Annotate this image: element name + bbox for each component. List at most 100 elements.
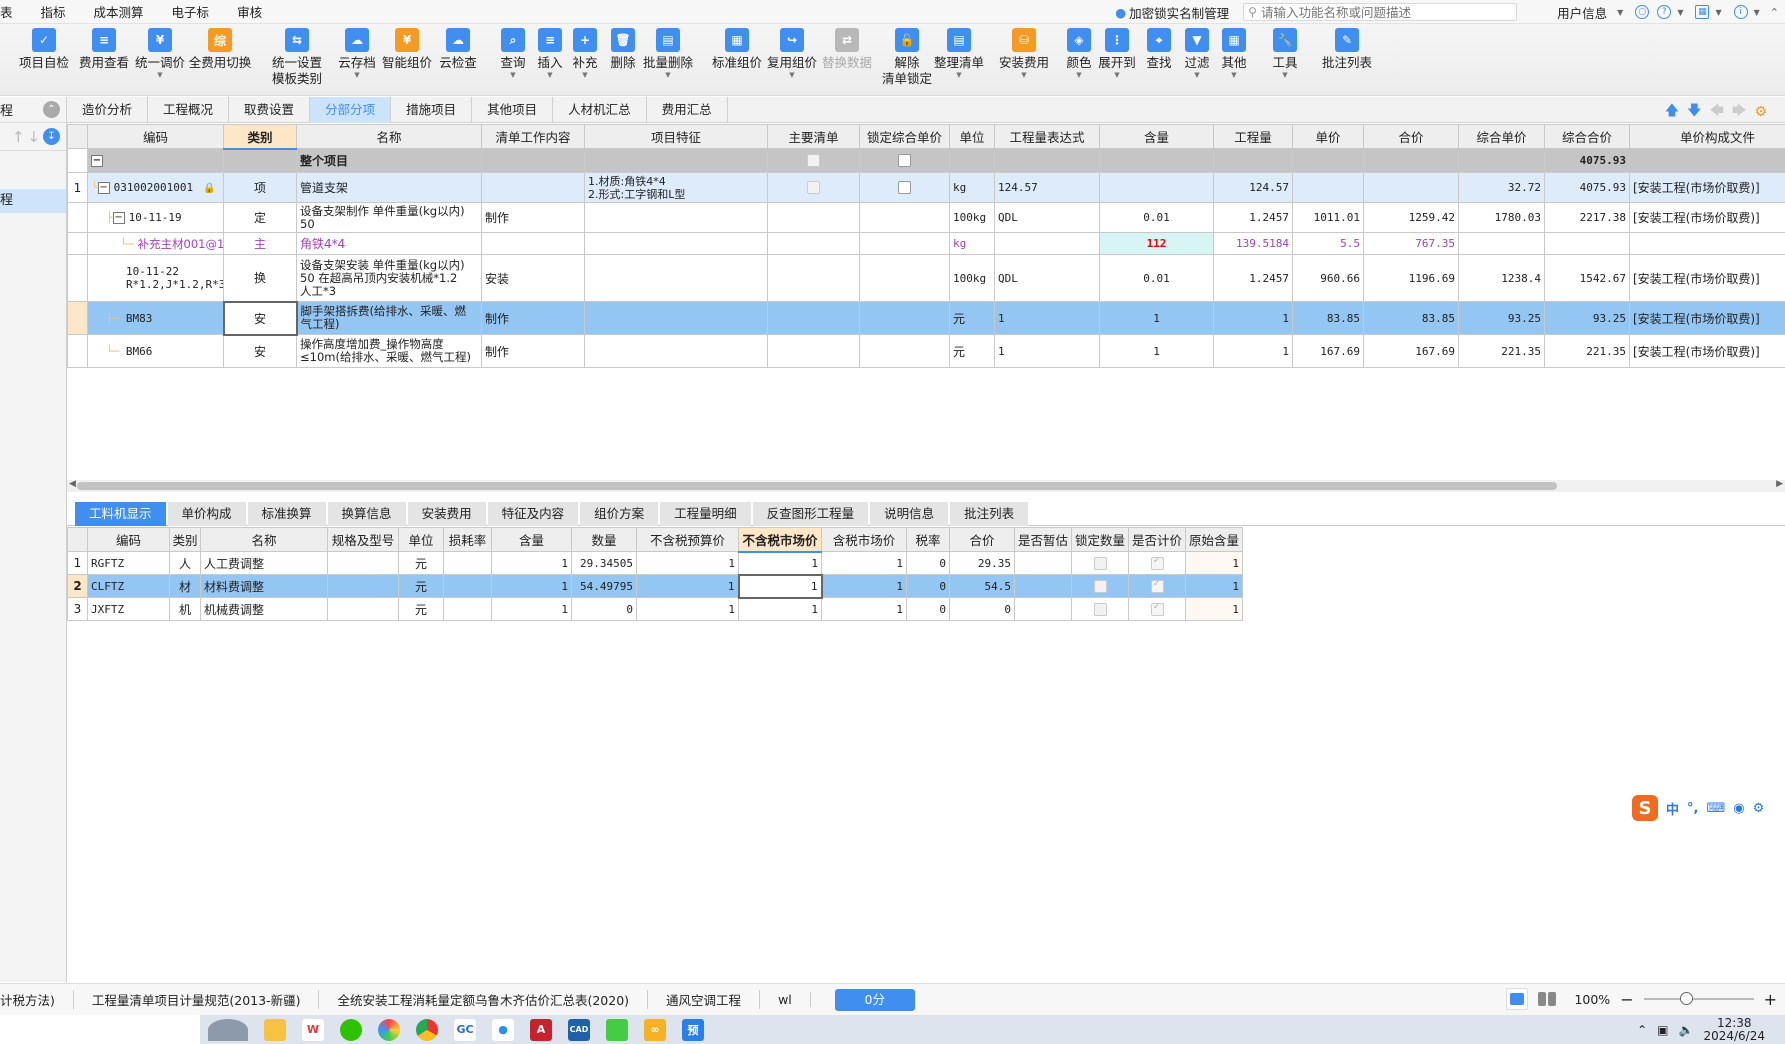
chevron-down-icon[interactable]: ▼ xyxy=(1617,8,1623,17)
col-header-qty-expr[interactable]: 工程量表达式 xyxy=(994,124,1100,149)
cell-content[interactable]: 1 xyxy=(491,597,572,621)
col-header-main-list[interactable]: 主要清单 xyxy=(767,124,860,149)
col-header-lock-price[interactable]: 锁定综合单价 xyxy=(859,124,950,149)
lock-price-checkbox[interactable] xyxy=(898,154,911,168)
tab-detail-9[interactable]: 说明信息 xyxy=(870,502,949,526)
wps-icon[interactable]: W xyxy=(302,1018,324,1041)
resource-row[interactable]: 3JXFTZ机机械费调整元10111001 xyxy=(67,597,1243,621)
cell-orig[interactable]: 1 xyxy=(1185,574,1243,598)
ribbon-button-cloud-check[interactable]: ☁ 云检查 xyxy=(436,28,480,71)
chevron-down-icon[interactable]: ▼ xyxy=(1194,71,1199,79)
ribbon-button-install-fee[interactable]: ⛁ 安装费用 ▼ xyxy=(999,28,1049,79)
cell-orig[interactable]: 1 xyxy=(1185,551,1243,575)
help-icon[interactable]: ? xyxy=(1657,5,1672,19)
col-header-comp-amount[interactable]: 综合合价 xyxy=(1544,124,1630,149)
cell-name[interactable]: 材料费调整 xyxy=(200,574,328,598)
move-right-icon[interactable]: 🡆 xyxy=(1732,100,1746,124)
col-header-qty[interactable]: 数量 xyxy=(571,527,637,552)
chevron-down-icon[interactable]: ▼ xyxy=(1114,71,1119,79)
chevron-down-icon[interactable]: ▼ xyxy=(1754,8,1760,17)
cell-loss[interactable] xyxy=(443,551,492,575)
ime-punct[interactable]: °, xyxy=(1687,801,1698,816)
tab-main-6[interactable]: 人材机汇总 xyxy=(553,97,647,123)
table-row[interactable]: └─ BM66 安 操作高度增加费_操作物高度 ≤10m(给排水、采暖、燃气工程)… xyxy=(67,334,1785,368)
network-icon[interactable]: ▣ xyxy=(1657,1023,1668,1037)
total-row[interactable]: − 整个项目 4075.93 xyxy=(67,148,1785,173)
ribbon-button-smart-pricing[interactable]: ¥ 智能组价 xyxy=(382,28,432,71)
cell-content[interactable]: 1 xyxy=(491,551,572,575)
tab-detail-2[interactable]: 标准换算 xyxy=(247,502,326,526)
user-info-menu[interactable]: 用户信息 xyxy=(1557,3,1607,22)
table-row[interactable]: 1 └ −031002001001 🔒 项 管道支架 1.材质:角铁4*4 2.形式:… xyxy=(67,172,1785,203)
cell-tax-market[interactable]: 1 xyxy=(821,551,907,575)
col-header-amount[interactable]: 合价 xyxy=(1363,124,1459,149)
sogou-logo-icon[interactable]: S xyxy=(1632,795,1658,821)
cell-spec[interactable] xyxy=(327,574,399,598)
col-header-name[interactable]: 名称 xyxy=(200,527,328,552)
zoom-slider-knob[interactable] xyxy=(1679,992,1693,1005)
cell-code[interactable]: CLFTZ xyxy=(87,574,170,598)
cell-market[interactable]: 1 xyxy=(738,597,822,621)
cell-tax-market[interactable]: 1 xyxy=(821,597,907,621)
chevron-down-icon[interactable]: ▼ xyxy=(1715,8,1721,17)
scroll-right-icon[interactable]: ▶ xyxy=(1776,479,1783,489)
cell-market[interactable]: 1 xyxy=(737,573,823,599)
gamepad-icon[interactable]: ◉ xyxy=(1733,801,1744,816)
tab-main-7[interactable]: 费用汇总 xyxy=(647,97,728,123)
col-header-code[interactable]: 编码 xyxy=(87,527,170,552)
arrow-down-icon[interactable]: ↓ xyxy=(28,128,41,146)
tab-main-0[interactable]: 造价分析 xyxy=(67,97,149,123)
col-header-spec[interactable]: 规格及型号 xyxy=(327,527,399,552)
collapse-icon[interactable]: − xyxy=(91,155,103,167)
tab-main-2[interactable]: 取费设置 xyxy=(229,97,311,123)
collapse-icon[interactable]: − xyxy=(112,212,125,224)
ribbon-button-cloud-archive[interactable]: ☁ 云存档 ▼ xyxy=(335,28,379,79)
tab-main-1[interactable]: 工程概况 xyxy=(148,97,230,123)
col-header-content[interactable]: 含量 xyxy=(491,527,572,552)
chat-app-icon[interactable] xyxy=(606,1018,628,1041)
table-row[interactable]: ├ −10-11-19 定 设备支架制作 单件重量(kg以内) 50 制作 100k… xyxy=(67,202,1785,233)
col-header-name[interactable]: 名称 xyxy=(296,124,482,149)
priced-checkbox[interactable] xyxy=(1150,578,1164,593)
cell-amount[interactable]: 54.5 xyxy=(949,574,1015,598)
ribbon-button-self-check[interactable]: ✓ 项目自检 xyxy=(19,28,69,71)
chevron-down-icon[interactable]: ▼ xyxy=(547,71,552,79)
browser-icon[interactable] xyxy=(378,1018,400,1041)
lock-qty-checkbox[interactable] xyxy=(1093,602,1107,616)
chevron-down-icon[interactable]: ▼ xyxy=(1076,71,1081,79)
ribbon-button-tools[interactable]: 🔧 工具 ▼ xyxy=(1263,28,1307,79)
table-row[interactable]: 10-11-22 R*1.2,J*1.2,R*3 换 设备支架安装 单件重量(kg… xyxy=(67,254,1785,302)
cell-tax[interactable]: 0 xyxy=(906,574,950,598)
cell-content[interactable]: 1 xyxy=(491,574,572,598)
collapse-icon[interactable]: − xyxy=(97,182,110,194)
cell-type[interactable]: 材 xyxy=(169,574,201,598)
keyboard-icon[interactable]: ⌨ xyxy=(1706,801,1725,816)
col-header-qty[interactable]: 工程量 xyxy=(1213,124,1293,149)
cell-spec[interactable] xyxy=(327,551,399,575)
clock[interactable]: 12:38 2024/6/24 xyxy=(1703,1017,1765,1043)
baidu-netdisk-icon[interactable]: ● xyxy=(492,1018,514,1041)
file-explorer-icon[interactable] xyxy=(264,1018,286,1041)
col-header-market[interactable]: 不含税市场价 xyxy=(738,527,822,553)
chevron-down-icon[interactable]: ▼ xyxy=(582,71,587,79)
cell-market[interactable]: 1 xyxy=(738,551,822,575)
col-header-comp-price[interactable]: 综合单价 xyxy=(1458,124,1545,149)
menu-item-e-bid[interactable]: 电子标 xyxy=(158,2,224,21)
cell-name[interactable]: 机械费调整 xyxy=(200,597,328,621)
ime-settings-icon[interactable]: ⚙ xyxy=(1753,801,1765,816)
cell-qty[interactable]: 0 xyxy=(571,597,637,621)
tab-detail-10[interactable]: 批注列表 xyxy=(950,502,1029,526)
ribbon-button-full-fee-switch[interactable]: 综全费用切换 xyxy=(189,28,251,71)
tab-main-4[interactable]: 措施项目 xyxy=(391,97,473,123)
cell-qty[interactable]: 29.34505 xyxy=(571,551,637,575)
cell-type[interactable]: 机 xyxy=(169,597,201,621)
cloud-app-icon[interactable]: ∞ xyxy=(644,1018,666,1041)
cell-est[interactable] xyxy=(1014,574,1072,598)
ribbon-button-annotation-list[interactable]: ✎ 批注列表 xyxy=(1322,28,1372,71)
cell-unit[interactable]: 元 xyxy=(398,574,444,598)
ribbon-button-batch-delete[interactable]: ▤ 批量删除 ▼ xyxy=(643,28,693,79)
budget-app-icon[interactable]: 预 xyxy=(682,1018,704,1041)
lock-price-checkbox[interactable] xyxy=(898,181,911,195)
chevron-down-icon[interactable]: ▼ xyxy=(1677,8,1683,17)
scrollbar-thumb[interactable] xyxy=(77,482,1557,490)
